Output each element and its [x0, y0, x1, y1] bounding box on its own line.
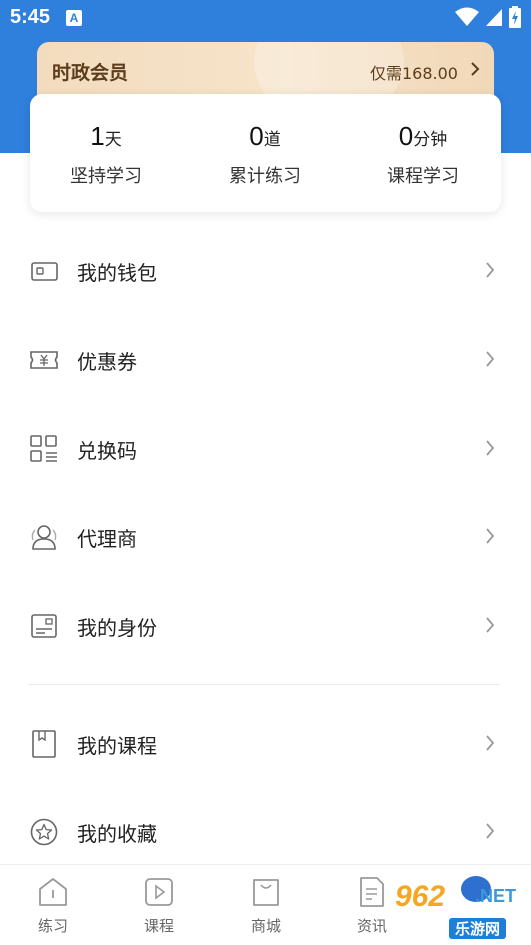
chevron-right-icon: [486, 351, 495, 367]
stat-practice-count[interactable]: 0道 累计练习: [195, 120, 335, 188]
stat-study-days[interactable]: 1天 坚持学习: [36, 120, 176, 188]
chevron-right-icon: [486, 617, 495, 633]
menu-label: 优惠券: [77, 350, 137, 374]
course-book-icon: [32, 730, 56, 758]
shopping-bag-icon: [253, 879, 279, 906]
vip-membership-banner[interactable]: 时政会员 仅需168.00: [37, 42, 494, 102]
wifi-icon: [455, 7, 479, 26]
menu-label: 代理商: [77, 527, 137, 551]
menu-item-my-courses[interactable]: 我的课程: [0, 714, 531, 774]
signal-icon: [486, 9, 502, 26]
status-time: 5:45: [10, 6, 51, 28]
vip-title: 时政会员: [52, 62, 129, 84]
site-watermark: 962 .NET 乐游网: [391, 876, 531, 940]
chevron-right-icon: [486, 823, 495, 839]
stat-label: 坚持学习: [70, 166, 142, 187]
watermark-number: 962: [395, 880, 446, 913]
vip-price: 仅需168.00: [370, 64, 458, 83]
notification-badge-icon: A: [66, 10, 82, 26]
stat-label: 课程学习: [387, 166, 459, 187]
menu-label: 我的课程: [77, 734, 157, 758]
menu-label: 我的身份: [77, 616, 157, 640]
menu-item-agent[interactable]: 代理商: [0, 507, 531, 567]
chevron-right-icon: [486, 262, 495, 278]
stat-value: 0: [398, 121, 414, 151]
battery-icon: [509, 6, 521, 28]
menu-item-favorites[interactable]: 我的收藏: [0, 802, 531, 862]
watermark-domain: .NET: [475, 886, 517, 906]
tab-mall[interactable]: 商城: [226, 875, 306, 936]
practice-icon: [39, 878, 67, 906]
menu-item-identity[interactable]: 我的身份: [0, 596, 531, 656]
tab-label: 课程: [143, 917, 174, 935]
stat-value: 0: [249, 121, 264, 151]
video-course-icon: [145, 878, 173, 906]
menu-label: 我的收藏: [77, 822, 157, 846]
menu-item-wallet[interactable]: 我的钱包: [0, 241, 531, 301]
watermark-name: 乐游网: [449, 918, 507, 939]
menu-item-redeem-code[interactable]: 兑换码: [0, 419, 531, 479]
id-card-icon: [31, 614, 57, 638]
menu-item-coupon[interactable]: 优惠券: [0, 330, 531, 390]
tab-practice[interactable]: 练习: [13, 875, 93, 936]
menu-divider: [28, 684, 500, 685]
stat-course-minutes[interactable]: 0分钟 课程学习: [353, 120, 493, 188]
stat-unit: 分钟: [413, 130, 448, 150]
learning-stats-card: 1天 坚持学习 0道 累计练习 0分钟 课程学习: [30, 94, 501, 212]
chevron-right-icon: [486, 735, 495, 751]
chevron-right-icon: [471, 62, 480, 76]
tab-label: 商城: [250, 917, 281, 935]
redeem-code-icon: [30, 435, 57, 462]
wallet-icon: [31, 262, 58, 281]
news-icon: [360, 877, 384, 907]
tab-courses[interactable]: 课程: [119, 875, 199, 936]
stat-unit: 道: [263, 130, 281, 150]
star-icon: [30, 818, 58, 846]
chevron-right-icon: [486, 528, 495, 544]
menu-label: 兑换码: [77, 439, 137, 463]
chevron-right-icon: [486, 440, 495, 456]
status-icons: [455, 6, 521, 28]
coupon-icon: [30, 351, 58, 369]
stat-value: 1: [90, 121, 105, 151]
stat-label: 累计练习: [229, 166, 301, 187]
tab-label: 练习: [37, 917, 68, 935]
menu-label: 我的钱包: [77, 261, 157, 285]
agent-icon: [31, 525, 57, 550]
status-bar: 5:45 A: [0, 0, 531, 36]
stat-unit: 天: [104, 130, 122, 150]
